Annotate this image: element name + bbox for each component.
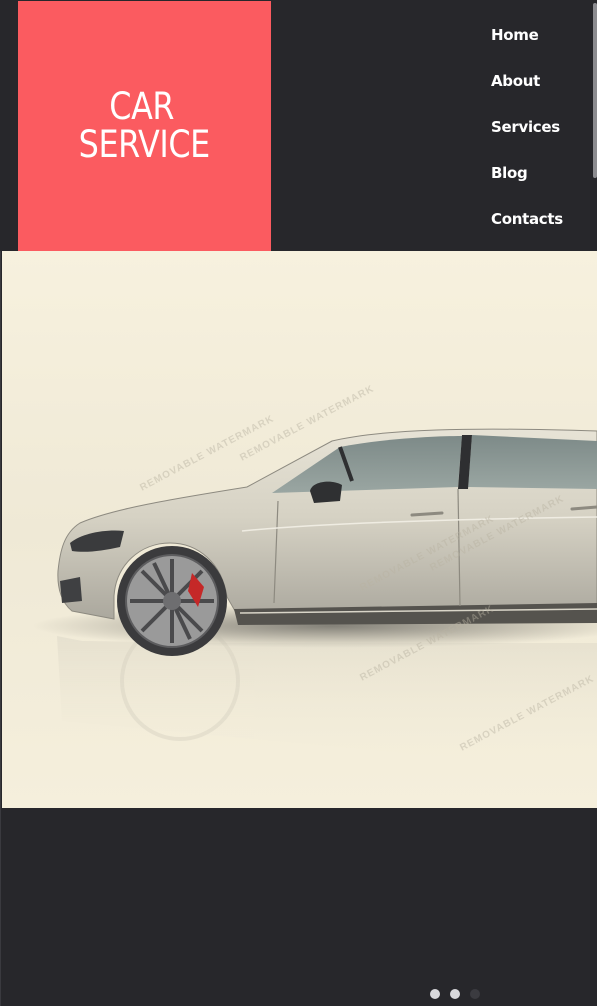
- logo-line-1: CAR: [109, 85, 174, 128]
- hero-car-image: REMOVABLE WATERMARK REMOVABLE WATERMARK …: [2, 251, 597, 808]
- nav-about[interactable]: About: [491, 66, 563, 112]
- slider-dot-2[interactable]: [450, 989, 460, 999]
- nav-blog[interactable]: Blog: [491, 158, 563, 204]
- hero-slider: REMOVABLE WATERMARK REMOVABLE WATERMARK …: [2, 251, 597, 808]
- nav-services[interactable]: Services: [491, 112, 563, 158]
- main-nav: Home About Services Blog Contacts: [491, 20, 563, 250]
- logo[interactable]: CAR SERVICE: [18, 1, 271, 251]
- nav-home[interactable]: Home: [491, 20, 563, 66]
- scrollbar-thumb[interactable]: [593, 3, 597, 178]
- slider-dot-1[interactable]: [430, 989, 440, 999]
- nav-contacts[interactable]: Contacts: [491, 204, 563, 250]
- site-header: CAR SERVICE Home About Services Blog Con…: [0, 0, 597, 251]
- slider-dot-3[interactable]: [470, 989, 480, 999]
- slider-pagination: [430, 989, 480, 999]
- logo-line-2: SERVICE: [78, 123, 211, 166]
